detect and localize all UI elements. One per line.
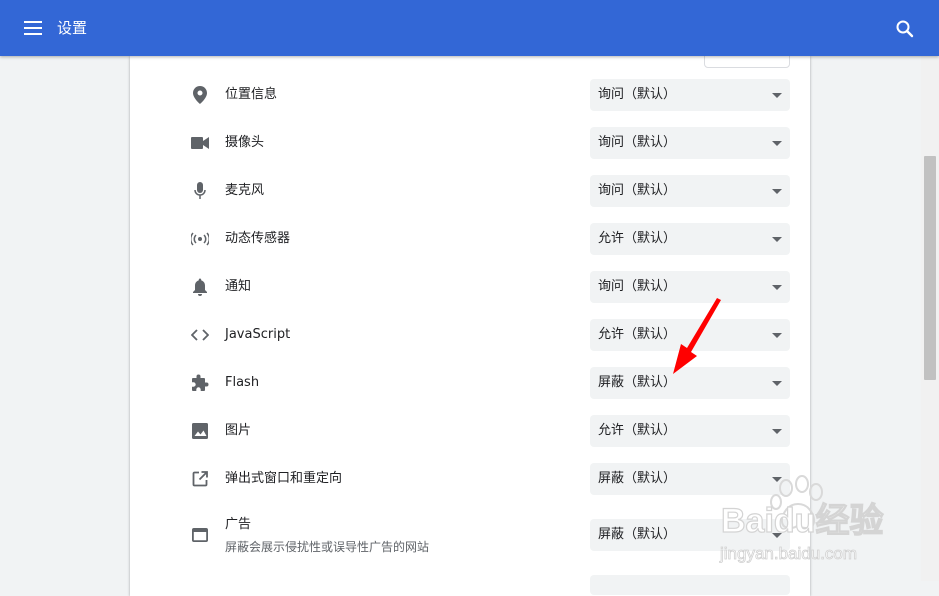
setting-label: 摄像头 (225, 135, 265, 150)
setting-label: 图片 (225, 423, 252, 438)
permission-select[interactable]: 询问（默认） (590, 127, 790, 159)
setting-row-camera: 摄像头 询问（默认） (130, 119, 810, 167)
dropdown-arrow-icon (772, 381, 782, 386)
dropdown-arrow-icon (772, 237, 782, 242)
app-header: 设置 (0, 0, 939, 56)
annotation-arrow-icon (673, 298, 721, 374)
puzzle-icon (188, 374, 212, 392)
setting-label: 位置信息 (225, 87, 278, 102)
permission-select[interactable]: 允许（默认） (590, 415, 790, 447)
watermark-url: jingyan.baidu.com (719, 544, 858, 564)
setting-label: 动态传感器 (225, 231, 291, 246)
svg-text:jingyan.baidu.com: jingyan.baidu.com (719, 544, 857, 563)
setting-row-popups: 弹出式窗口和重定向 屏蔽（默认） (130, 455, 810, 503)
dropdown-arrow-icon (772, 93, 782, 98)
setting-label: JavaScript (225, 327, 291, 342)
setting-sublabel: 屏蔽会展示侵扰性或误导性广告的网站 (225, 540, 430, 554)
dropdown-arrow-icon (772, 189, 782, 194)
location-pin-icon (188, 86, 212, 104)
baidu-watermark-icon: Baidu经验 jingyan.baidu.com (719, 475, 884, 564)
permission-select[interactable]: 询问（默认） (590, 79, 790, 111)
setting-row-microphone: 麦克风 询问（默认） (130, 167, 810, 215)
setting-label: 麦克风 (225, 183, 265, 198)
setting-label: 广告 (225, 517, 252, 532)
open-in-new-icon (188, 470, 212, 488)
code-icon (188, 326, 212, 344)
setting-label: 弹出式窗口和重定向 (225, 471, 343, 486)
dropdown-arrow-icon (772, 333, 782, 338)
setting-label: 通知 (225, 279, 252, 294)
dropdown-arrow-icon (772, 141, 782, 146)
watermark-brand: Baidu经验 (720, 500, 884, 540)
dropdown-arrow-icon (772, 429, 782, 434)
setting-row-motion-sensor: 动态传感器 允许（默认） (130, 215, 810, 263)
image-icon (188, 422, 212, 440)
menu-icon[interactable] (24, 20, 42, 36)
search-icon[interactable] (894, 18, 916, 40)
camera-icon (188, 134, 212, 152)
setting-row-images: 图片 允许（默认） (130, 407, 810, 455)
motion-sensor-icon (188, 230, 212, 248)
svg-text:Baidu经验: Baidu经验 (721, 501, 883, 540)
setting-row-location: 位置信息 询问（默认） (130, 71, 810, 119)
permission-select[interactable]: 允许（默认） (590, 223, 790, 255)
permission-select[interactable]: 询问（默认） (590, 175, 790, 207)
ads-window-icon (188, 526, 212, 544)
page-title: 设置 (57, 19, 88, 37)
dropdown-arrow-icon (772, 285, 782, 290)
scrollbar-thumb[interactable] (924, 156, 936, 380)
microphone-icon (188, 182, 212, 200)
setting-row-ads: 广告 屏蔽会展示侵扰性或误导性广告的网站 屏蔽（默认） (130, 511, 810, 559)
setting-label: Flash (225, 375, 260, 390)
bell-icon (188, 278, 212, 296)
